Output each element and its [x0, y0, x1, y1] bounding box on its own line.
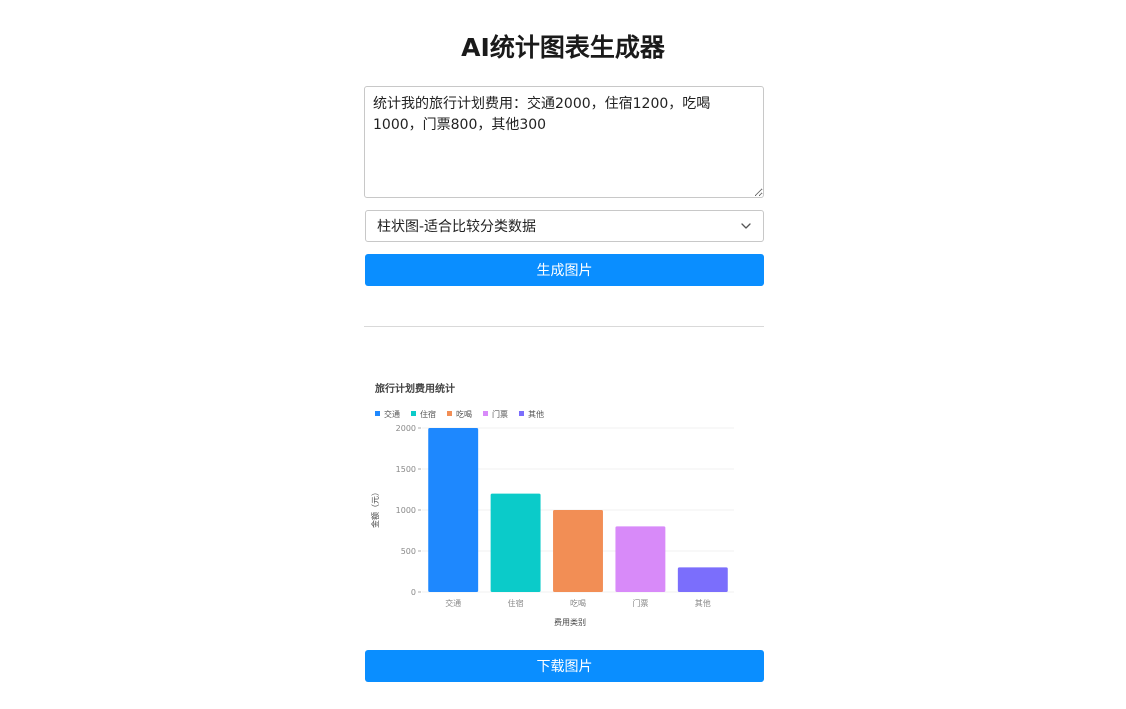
prompt-input[interactable]: 统计我的旅行计划费用：交通2000，住宿1200，吃喝1000，门票800，其他…: [364, 86, 764, 198]
legend-swatch-2: [447, 411, 452, 416]
bar-2: [553, 510, 603, 592]
y-tick-label-1: 500: [401, 547, 416, 556]
legend-label-1: 住宿: [420, 409, 436, 419]
x-tick-label-4: 其他: [695, 598, 711, 608]
chart-title: 旅行计划费用统计: [375, 382, 455, 395]
legend-label-0: 交通: [384, 409, 400, 419]
x-axis-title: 费用类别: [554, 617, 586, 627]
legend-label-3: 门票: [492, 409, 508, 419]
chart-type-selected-value: 柱状图-适合比较分类数据: [377, 219, 537, 235]
x-tick-label-2: 吃喝: [570, 598, 586, 608]
legend-label-4: 其他: [528, 409, 544, 419]
bar-chart: 旅行计划费用统计 交通 住宿 吃喝 门票 其他 0 500 1000 1500 2000 交通 住宿 吃喝…: [364, 368, 764, 636]
x-tick-label-0: 交通: [445, 598, 461, 608]
y-axis-title: 金额（元）: [370, 488, 380, 528]
legend-swatch-0: [375, 411, 380, 416]
bar-4: [677, 567, 728, 592]
y-tick-label-4: 2000: [396, 424, 416, 433]
chart-type-select[interactable]: 柱状图-适合比较分类数据: [365, 210, 764, 242]
bar-0: [428, 428, 479, 592]
x-tick-label-1: 住宿: [508, 598, 524, 608]
x-tick-label-3: 门票: [632, 598, 648, 608]
download-image-button[interactable]: 下载图片: [365, 650, 764, 682]
legend-swatch-4: [519, 411, 524, 416]
legend-swatch-3: [483, 411, 488, 416]
bar-1: [490, 493, 541, 592]
legend-swatch-1: [411, 411, 416, 416]
y-tick-label-3: 1500: [396, 465, 416, 474]
chevron-down-icon: [741, 223, 751, 229]
y-tick-label-0: 0: [411, 588, 416, 597]
y-tick-label-2: 1000: [396, 506, 416, 515]
page-title: AI统计图表生成器: [461, 33, 665, 62]
section-divider: [364, 326, 764, 327]
legend-label-2: 吃喝: [456, 409, 472, 419]
generate-image-button[interactable]: 生成图片: [365, 254, 764, 286]
bar-3: [615, 526, 666, 592]
chart-svg: 旅行计划费用统计交通 住宿 吃喝 门票 其他0500100015002000交通 住宿 吃喝…: [370, 382, 734, 627]
